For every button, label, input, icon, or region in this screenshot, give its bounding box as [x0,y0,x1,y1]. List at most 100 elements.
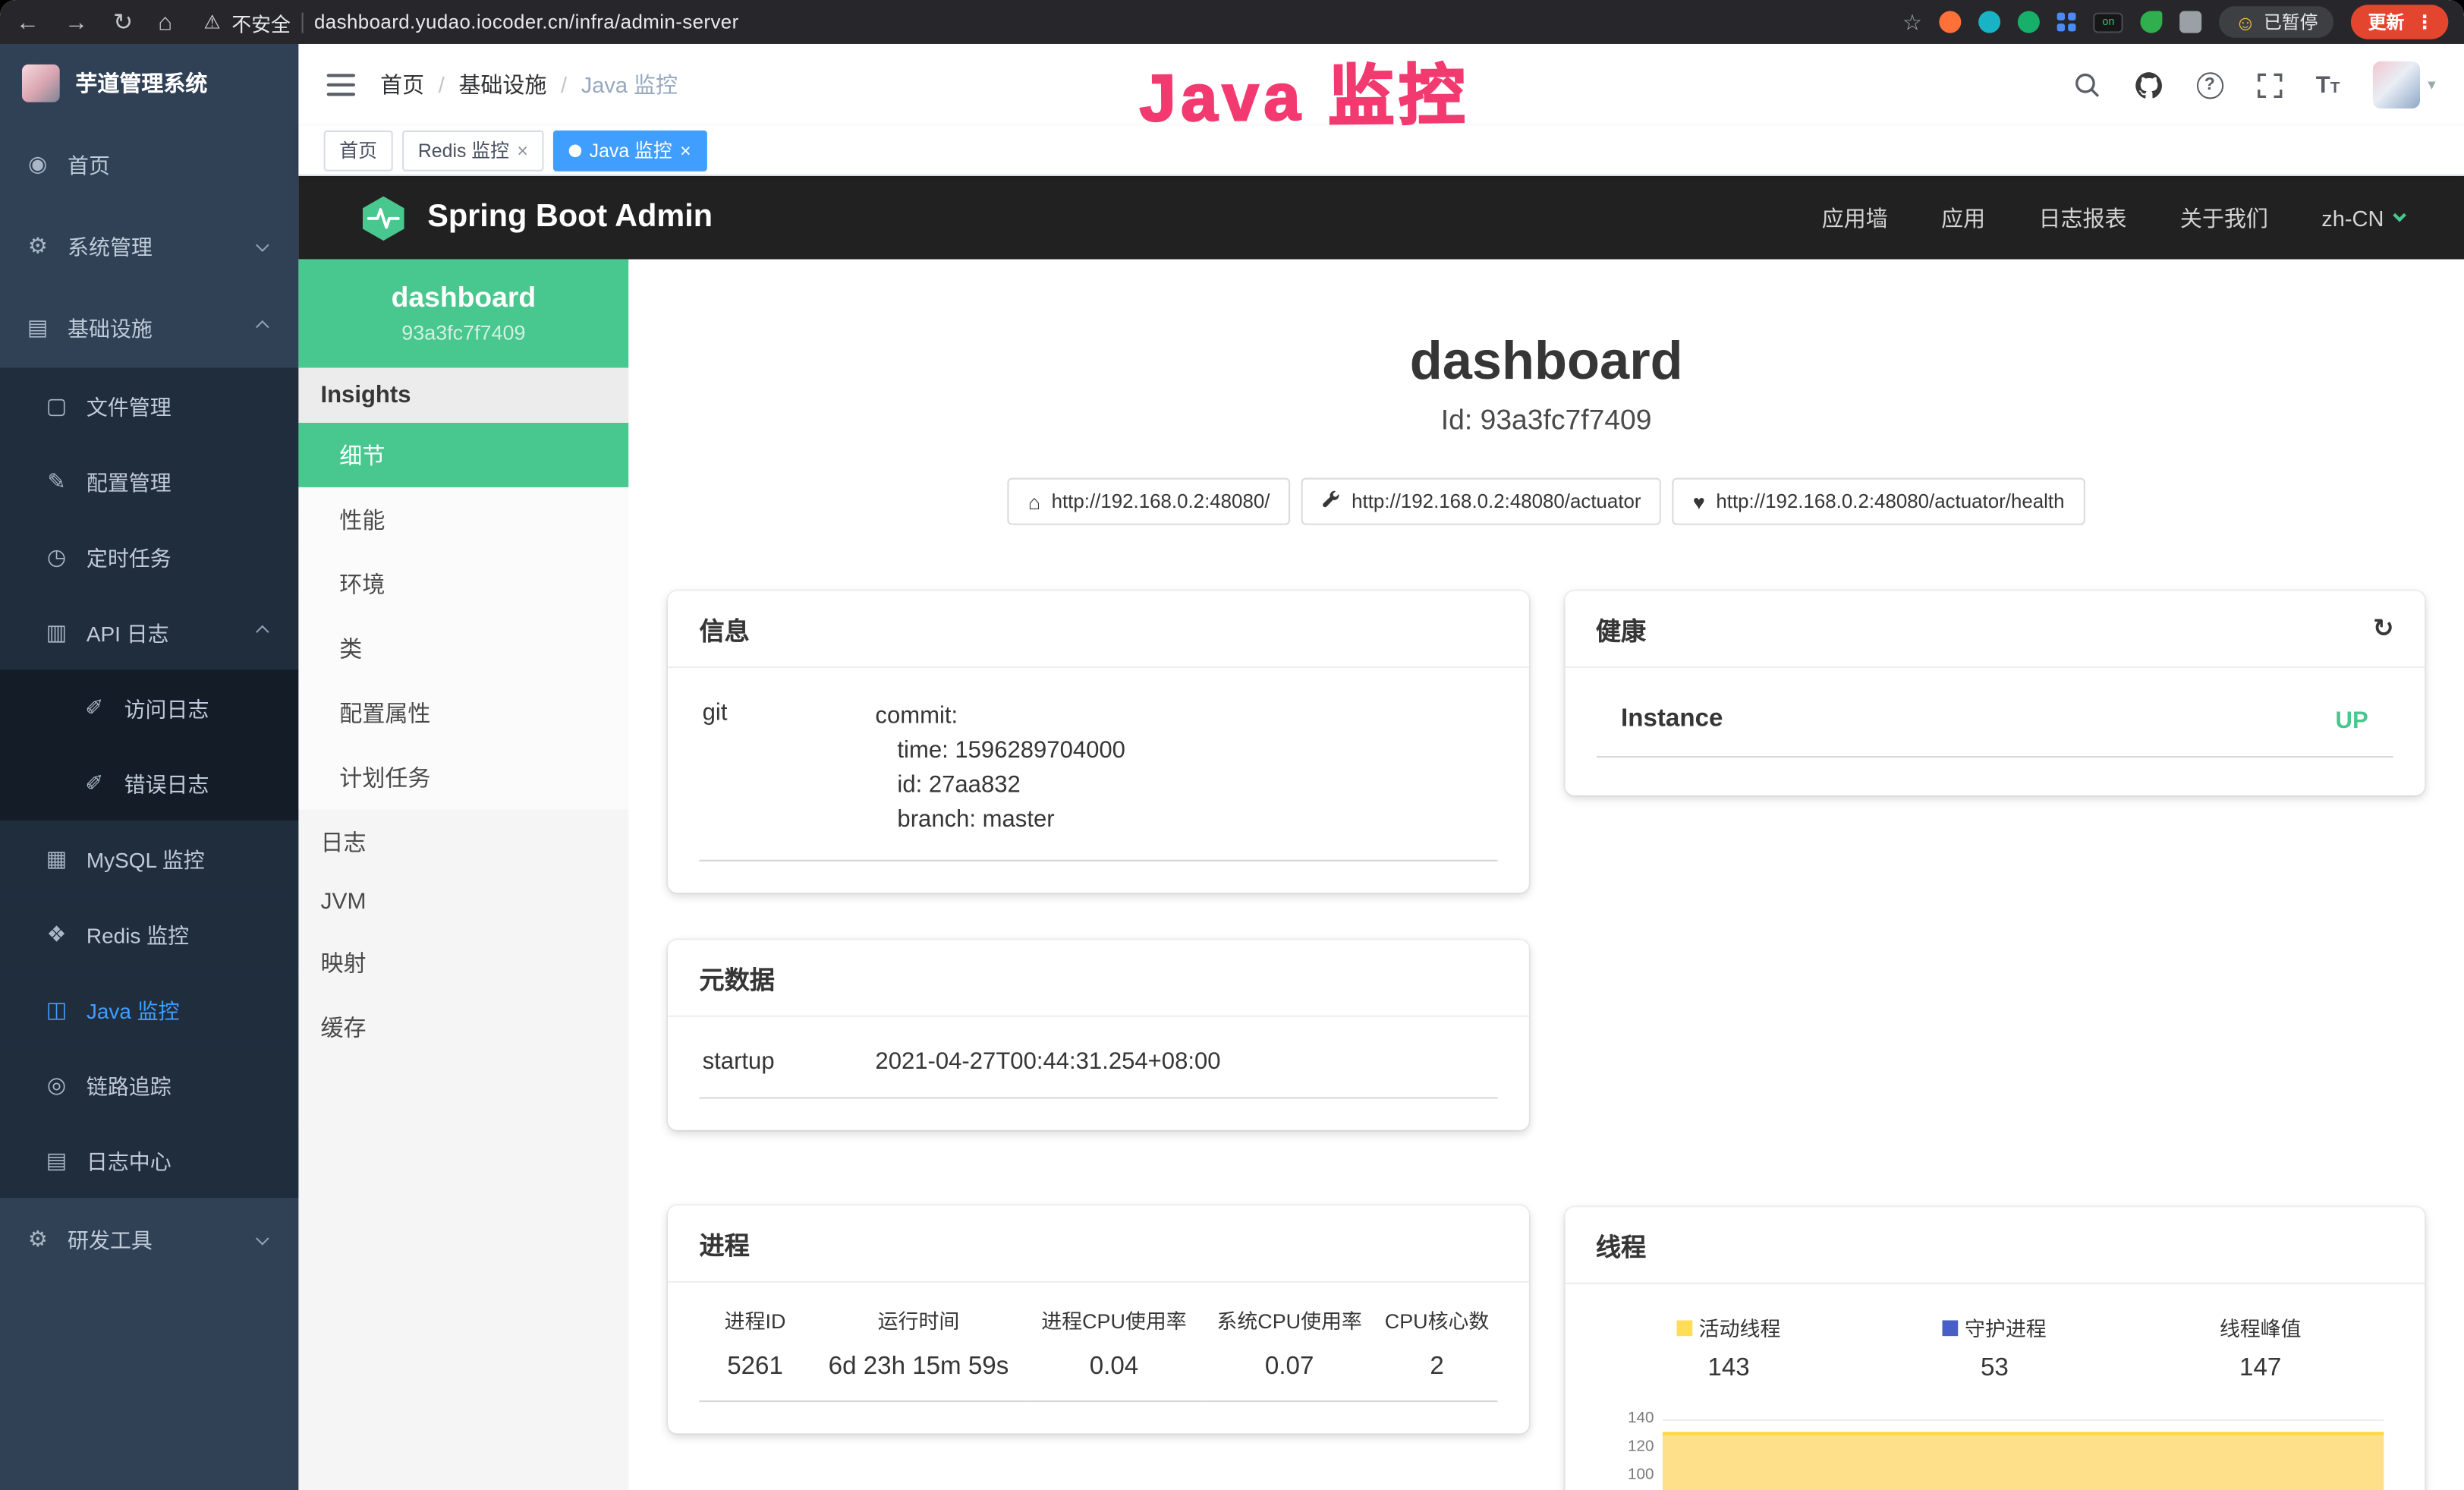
address-bar[interactable]: ⚠ 不安全 dashboard.yudao.iocoder.cn/infra/a… [203,7,738,36]
health-instance-row[interactable]: Instance UP [1596,684,2393,758]
tabs-bar: 首页 Redis 监控 × Java 监控 × [298,126,2464,176]
sba-nav-applications[interactable]: 应用 [1941,202,1985,233]
metadata-value: 2021-04-27T00:44:31.254+08:00 [875,1048,1220,1075]
sba-item-mappings[interactable]: 映射 [298,931,628,995]
sidebar-item-config-management[interactable]: ✎ 配置管理 [0,443,298,518]
update-button[interactable]: 更新 ⋮ [2351,5,2448,39]
breadcrumb-home[interactable]: 首页 [380,69,424,100]
chevron-down-icon [256,1232,269,1246]
sidebar-item-scheduled-tasks[interactable]: ◷ 定时任务 [0,518,298,594]
health-instance-label: Instance [1621,706,1723,734]
user-menu[interactable]: ▾ [2373,61,2436,109]
breadcrumb-separator: / [439,72,445,97]
chevron-down-icon [2393,209,2406,222]
bookmark-star-icon[interactable]: ☆ [1902,8,1922,35]
active-threads-swatch [1677,1319,1693,1335]
switch-on-extension-icon[interactable]: on [2094,12,2123,33]
paused-badge[interactable]: ☺ 已暂停 [2219,6,2333,37]
info-value: commit: time: 1596289704000 id: 27aa832 … [875,700,1125,838]
sidebar-item-system-management[interactable]: ⚙ 系统管理 [0,204,298,286]
sba-item-config-props[interactable]: 配置属性 [298,681,628,745]
reload-icon[interactable]: ↻ [113,8,133,36]
actuator-url-button[interactable]: http://192.168.0.2:48080/actuator [1301,478,1662,525]
sba-item-jvm[interactable]: JVM [298,874,628,931]
close-icon[interactable]: × [517,139,528,161]
extension-icon[interactable] [2018,11,2040,33]
legend-label: 线程峰值 [2220,1312,2302,1342]
process-table-values: 5261 6d 23h 15m 59s 0.04 0.07 2 [700,1340,1497,1401]
sba-item-details[interactable]: 细节 [298,423,628,487]
font-size-icon[interactable]: TT [2316,73,2340,96]
sidebar-item-file-management[interactable]: ▢ 文件管理 [0,368,298,443]
sidebar-item-java-monitor[interactable]: ◫ Java 监控 [0,972,298,1047]
extension-grid-icon[interactable] [2057,13,2076,32]
sba-item-logs[interactable]: 日志 [298,809,628,874]
tab-home[interactable]: 首页 [324,130,393,171]
app-title: 芋道管理系统 [75,68,207,99]
sba-nav-wallboard[interactable]: 应用墙 [1822,202,1888,233]
timer-icon: ◷ [44,543,69,569]
tab-java-monitor[interactable]: Java 监控 × [553,130,706,171]
history-icon[interactable]: ↺ [2372,613,2393,644]
sidebar-item-redis-monitor[interactable]: ❖ Redis 监控 [0,896,298,971]
tab-redis-monitor[interactable]: Redis 监控 × [402,130,543,171]
fullscreen-icon[interactable] [2256,71,2283,98]
app-header: 首页 / 基础设施 / Java 监控 Java 监控 ? [298,44,2464,126]
logo-image [22,65,60,102]
forward-icon[interactable]: → [65,8,88,35]
sidebar-item-api-logs[interactable]: ▥ API 日志 [0,594,298,669]
home-icon[interactable]: ⌂ [158,8,172,35]
actuator-url-label: http://192.168.0.2:48080/actuator [1352,490,1641,512]
process-pid: 5261 [700,1340,811,1401]
sba-brand[interactable]: Spring Boot Admin [358,193,713,243]
instance-id-line: Id: 93a3fc7f7409 [628,404,2464,436]
sba-item-scheduled-tasks[interactable]: 计划任务 [298,745,628,810]
sba-item-metrics[interactable]: 性能 [298,487,628,552]
extension-icon[interactable] [1979,11,2001,33]
help-icon[interactable]: ? [2196,71,2223,98]
sba-item-environment[interactable]: 环境 [298,552,628,616]
info-key: git [703,700,876,838]
smiley-icon: ☺ [2235,10,2256,33]
metadata-card: 元数据 startup 2021-04-27T00:44:31.254+08:0… [668,940,1528,1130]
sidebar-item-label: MySQL 监控 [87,843,205,874]
sidebar-item-label: 链路追踪 [87,1069,172,1100]
sba-item-caches[interactable]: 缓存 [298,995,628,1060]
instance-url-button[interactable]: ⌂ http://192.168.0.2:48080/ [1008,478,1290,525]
sidebar-item-home[interactable]: ◉ 首页 [0,123,298,205]
sidebar-item-label: Java 监控 [87,994,180,1025]
locale-select[interactable]: zh-CN [2321,205,2404,230]
search-icon[interactable] [2072,71,2101,99]
sidebar-item-dev-tools[interactable]: ⚙ 研发工具 [0,1198,298,1280]
active-threads-value: 143 [1596,1355,1861,1383]
url-text[interactable]: dashboard.yudao.iocoder.cn/infra/admin-s… [314,11,739,33]
sidebar-item-access-logs[interactable]: ✐ 访问日志 [0,669,298,745]
process-uptime: 6d 23h 15m 59s [811,1340,1027,1401]
process-col-pid: 进程ID [700,1298,811,1340]
sidebar-item-error-logs[interactable]: ✐ 错误日志 [0,745,298,821]
avatar[interactable] [2373,61,2420,109]
chevron-down-icon: ▾ [2428,76,2435,93]
security-label: 不安全 [231,7,291,36]
breadcrumb-separator: / [561,72,567,97]
app-logo[interactable]: 芋道管理系统 [0,44,298,123]
sba-item-classes[interactable]: 类 [298,616,628,681]
close-icon[interactable]: × [680,139,691,161]
sidebar-item-mysql-monitor[interactable]: ▦ MySQL 监控 [0,821,298,896]
back-icon[interactable]: ← [16,8,39,35]
breadcrumb-infrastructure[interactable]: 基础设施 [458,69,546,100]
hamburger-icon[interactable] [327,74,355,96]
sba-nav-journal[interactable]: 日志报表 [2038,202,2126,233]
leaf-extension-icon[interactable] [2141,11,2163,33]
sidebar-item-infrastructure[interactable]: ▤ 基础设施 [0,286,298,368]
sidebar-item-link-tracing[interactable]: ◎ 链路追踪 [0,1047,298,1122]
health-url-button[interactable]: ♥ http://192.168.0.2:48080/actuator/heal… [1673,478,2085,525]
status-badge: UP [2336,707,2368,733]
sidebar-item-log-center[interactable]: ▤ 日志中心 [0,1123,298,1198]
kebab-menu-icon[interactable]: ⋮ [2415,11,2434,33]
extension-icon[interactable] [1940,11,1962,33]
instance-header[interactable]: dashboard 93a3fc7f7409 [298,260,628,368]
github-icon[interactable] [2133,70,2163,99]
sba-nav-about[interactable]: 关于我们 [2180,202,2268,233]
extensions-puzzle-icon[interactable] [2180,11,2202,33]
